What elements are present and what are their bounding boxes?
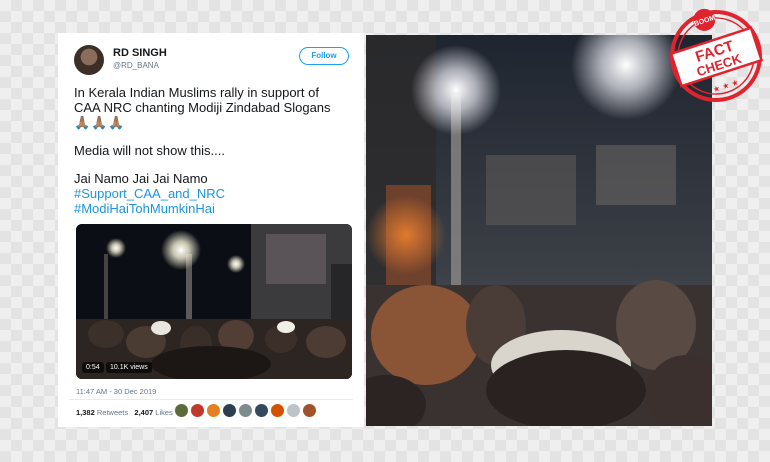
video-views: 10.1K views	[106, 362, 152, 373]
retweets-count[interactable]: 1,382	[76, 408, 95, 417]
hashtag-link[interactable]: #Support_CAA_and_NRC	[74, 186, 353, 201]
tweet-card: RD SINGH @RD_BANA Follow In Kerala India…	[58, 33, 364, 427]
tweet-stats: 1,382 Retweets 2,407 Likes	[76, 408, 173, 417]
likes-count[interactable]: 2,407	[134, 408, 153, 417]
user-name[interactable]: RD SINGH	[113, 47, 167, 59]
avatar[interactable]	[254, 403, 269, 418]
avatar[interactable]	[286, 403, 301, 418]
avatar[interactable]	[222, 403, 237, 418]
tweet-line: Jai Namo Jai Jai Namo	[74, 171, 208, 186]
folded-hands-emoji: 🙏🏽🙏🏽🙏🏽	[74, 115, 126, 130]
tweet-header: RD SINGH @RD_BANA Follow	[69, 43, 353, 85]
tweet-line: CAA NRC chanting Modiji Zindabad Slogans	[74, 100, 331, 115]
avatar[interactable]	[238, 403, 253, 418]
hashtag-link[interactable]: #ModiHaiTohMumkinHai	[74, 201, 353, 216]
user-handle[interactable]: @RD_BANA	[113, 61, 159, 70]
avatar[interactable]	[206, 403, 221, 418]
avatar[interactable]	[302, 403, 317, 418]
tweet-line: In Kerala Indian Muslims rally in suppor…	[74, 85, 319, 100]
liker-avatars	[174, 403, 317, 418]
divider	[69, 399, 353, 400]
follow-button[interactable]: Follow	[299, 47, 349, 65]
blurred-crowd-image	[366, 35, 712, 426]
avatar[interactable]	[174, 403, 189, 418]
likes-label[interactable]: Likes	[155, 408, 173, 417]
avatar[interactable]	[270, 403, 285, 418]
avatar[interactable]	[74, 45, 104, 75]
fact-check-stamp: BOOM FACT CHECK ★ ★ ★	[664, 0, 768, 112]
tweet-line: Media will not show this....	[74, 143, 226, 158]
tweet-video[interactable]: 0:54 10.1K views	[76, 224, 352, 379]
retweets-label[interactable]: Retweets	[97, 408, 128, 417]
video-frame	[366, 35, 712, 426]
stars-icon: ★ ★ ★	[712, 78, 740, 95]
tweet-timestamp[interactable]: 11:47 AM - 30 Dec 2019	[76, 387, 156, 396]
video-thumbnail	[76, 224, 352, 379]
avatar[interactable]	[190, 403, 205, 418]
tweet-text: In Kerala Indian Muslims rally in suppor…	[69, 85, 353, 216]
video-duration: 0:54	[82, 362, 104, 373]
